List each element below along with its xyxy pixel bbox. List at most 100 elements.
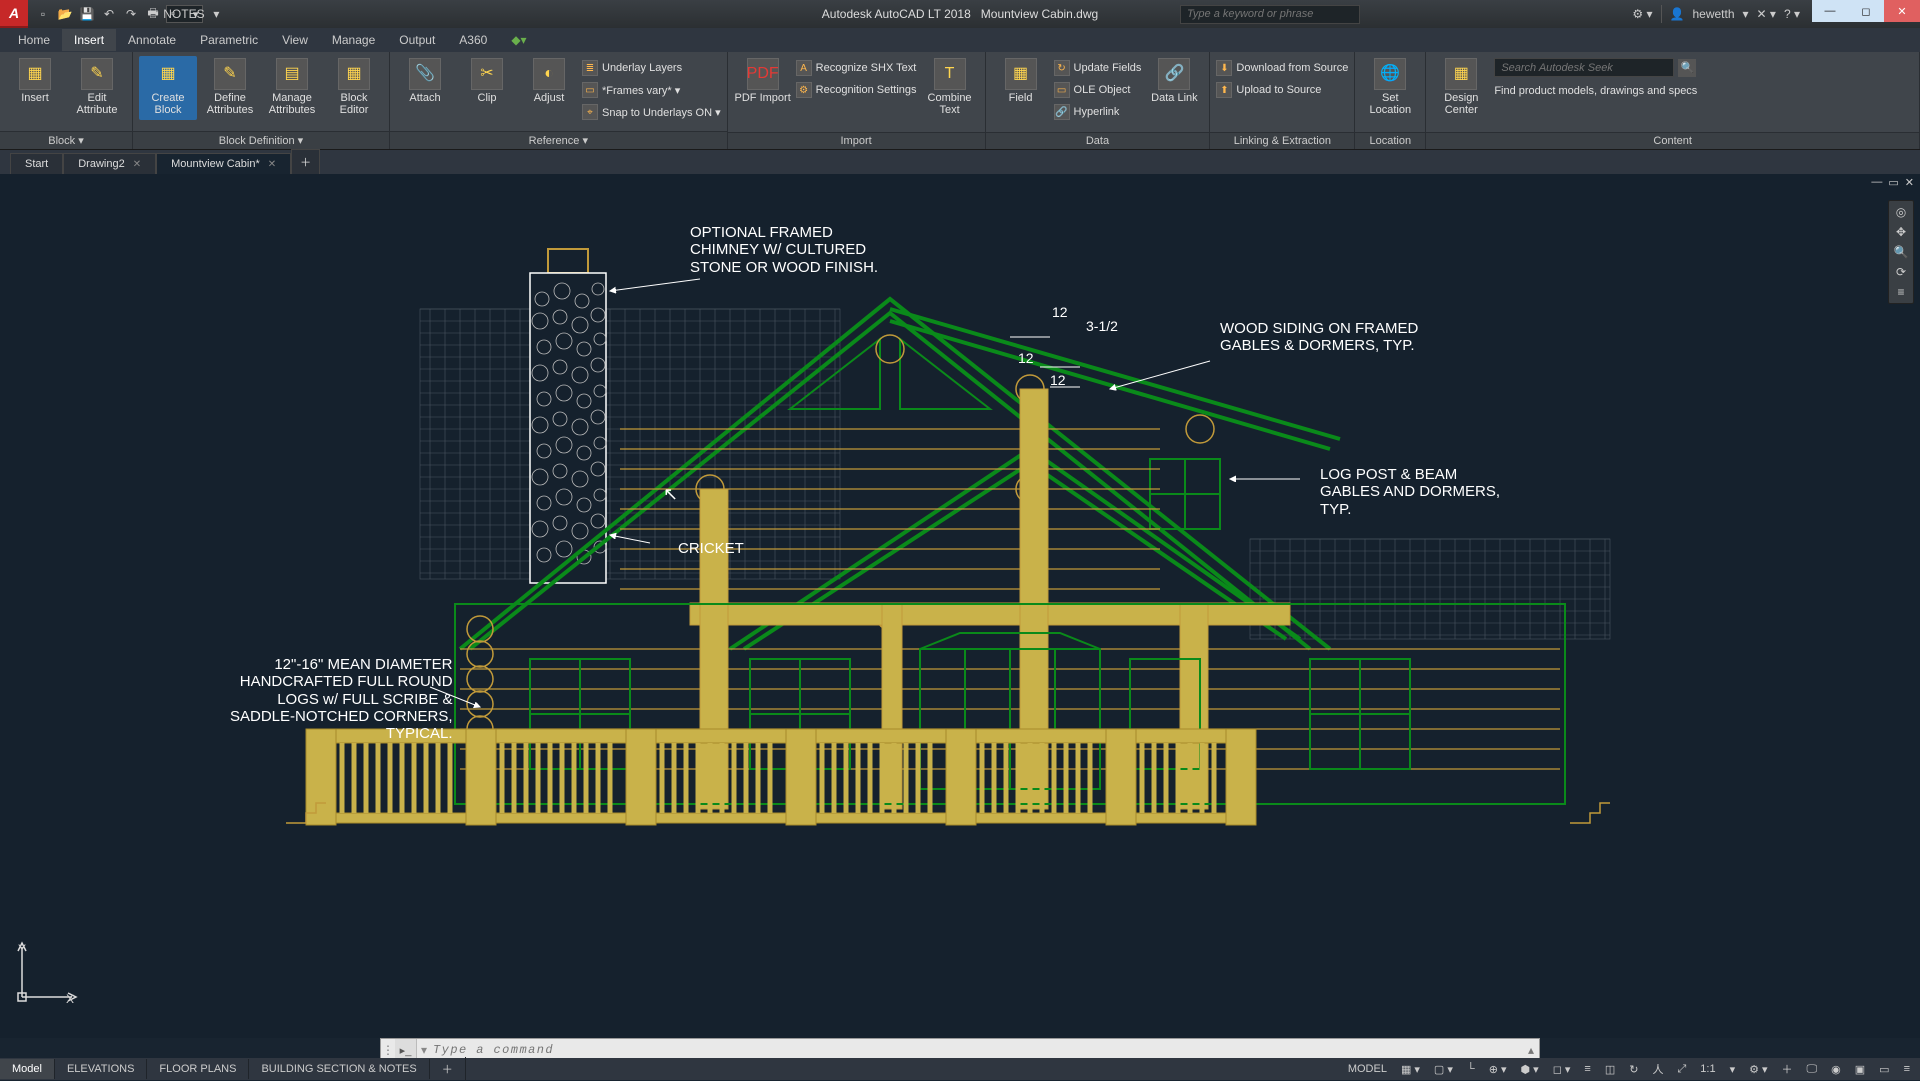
recognition-settings-button[interactable]: ⚙Recognition Settings [796, 80, 917, 100]
hyperlink-button[interactable]: 🔗Hyperlink [1054, 102, 1142, 122]
nav-pan-icon[interactable]: ✥ [1896, 225, 1906, 239]
status-lineweight-icon[interactable]: ≡ [1580, 1061, 1594, 1077]
combine-text-button[interactable]: TCombine Text [921, 56, 979, 120]
insert-block-button[interactable]: ▦Insert [6, 56, 64, 120]
edit-attribute-button[interactable]: ✎Edit Attribute [68, 56, 126, 120]
status-clean-icon[interactable]: ▭ [1875, 1061, 1893, 1078]
app-icon[interactable]: A [0, 0, 28, 28]
nav-orbit-icon[interactable]: ⟳ [1896, 265, 1906, 279]
attach-button[interactable]: 📎Attach [396, 56, 454, 120]
exchange-icon[interactable]: ✕ ▾ [1757, 7, 1776, 21]
qat-more-icon[interactable]: ▾ [207, 5, 225, 23]
menu-output[interactable]: Output [387, 29, 447, 51]
status-isolate-icon[interactable]: ▣ [1851, 1061, 1869, 1078]
download-source-button[interactable]: ⬇Download from Source [1216, 58, 1348, 78]
qat-print-icon[interactable]: 🖶 [144, 5, 162, 23]
status-grid-icon[interactable]: ▦ ▾ [1397, 1061, 1424, 1078]
data-link-button[interactable]: 🔗Data Link [1145, 56, 1203, 120]
minimize-button[interactable]: — [1812, 0, 1848, 22]
layer-dropdown[interactable]: ▫ NOTES ▾ [166, 5, 203, 23]
layout-floorplans[interactable]: FLOOR PLANS [147, 1059, 249, 1079]
cmd-handle-icon[interactable]: ⋮ [381, 1043, 395, 1057]
pdf-import-button[interactable]: PDFPDF Import [734, 56, 792, 120]
status-iso-icon[interactable]: ⬢ ▾ [1517, 1061, 1543, 1078]
qat-redo-icon[interactable]: ↷ [122, 5, 140, 23]
viewport-min-icon[interactable]: — [1871, 176, 1882, 189]
underlay-layers-button[interactable]: ≣Underlay Layers [582, 58, 721, 78]
status-annoscale-icon[interactable]: ⤢ [1673, 1061, 1690, 1078]
status-ortho-icon[interactable]: └ [1463, 1061, 1479, 1077]
nav-more-icon[interactable]: ≡ [1897, 285, 1904, 299]
snap-underlays-dropdown[interactable]: ⌖Snap to Underlays ON ▾ [582, 102, 721, 122]
upload-source-button[interactable]: ⬆Upload to Source [1216, 80, 1348, 100]
user-name[interactable]: hewetth [1692, 7, 1734, 21]
qat-undo-icon[interactable]: ↶ [100, 5, 118, 23]
doctab-cabin[interactable]: Mountview Cabin*✕ [156, 153, 291, 174]
clip-button[interactable]: ✂Clip [458, 56, 516, 120]
doctab-start[interactable]: Start [10, 153, 63, 174]
status-model[interactable]: MODEL [1344, 1061, 1391, 1077]
status-anno-icon[interactable]: 人 [1648, 1059, 1667, 1079]
help-search-input[interactable] [1180, 5, 1360, 24]
layout-elevations[interactable]: ELEVATIONS [55, 1059, 147, 1079]
seek-search-input[interactable] [1494, 58, 1674, 77]
status-ws-icon[interactable]: ⚙ ▾ [1745, 1061, 1771, 1078]
panel-title-block[interactable]: Block ▾ [0, 131, 132, 149]
adjust-button[interactable]: ◐Adjust [520, 56, 578, 120]
status-cycling-icon[interactable]: ↻ [1625, 1061, 1642, 1078]
status-scale[interactable]: 1:1 [1696, 1061, 1719, 1077]
design-center-button[interactable]: ▦Design Center [1432, 56, 1490, 120]
status-monitor-icon[interactable]: ＋ [1778, 1059, 1797, 1079]
doctab-new[interactable]: ＋ [291, 149, 320, 174]
status-units-icon[interactable]: 🖵 [1803, 1061, 1822, 1078]
field-button[interactable]: ▦Field [992, 56, 1050, 120]
menu-featured-icon[interactable]: ◆▾ [499, 29, 538, 51]
panel-title-reference[interactable]: Reference ▾ [390, 131, 727, 149]
doctab-drawing2[interactable]: Drawing2✕ [63, 153, 156, 174]
status-custom-icon[interactable]: ≡ [1900, 1061, 1914, 1077]
status-scale-menu-icon[interactable]: ▾ [1726, 1061, 1740, 1078]
drawing-canvas[interactable]: — ▭ ✕ [0, 174, 1920, 1038]
layout-model[interactable]: Model [0, 1059, 55, 1079]
close-icon[interactable]: ✕ [268, 159, 276, 170]
qat-save-icon[interactable]: 💾 [78, 5, 96, 23]
define-attributes-button[interactable]: ✎Define Attributes [201, 56, 259, 120]
seek-go-icon[interactable]: 🔍 [1678, 59, 1696, 77]
close-button[interactable]: ✕ [1884, 0, 1920, 22]
qat-open-icon[interactable]: 📂 [56, 5, 74, 23]
qat-new-icon[interactable]: ▫ [34, 5, 52, 23]
signin-icon[interactable]: 👤 [1670, 7, 1685, 21]
frames-dropdown[interactable]: ▭*Frames vary* ▾ [582, 80, 721, 100]
help-icon[interactable]: ? ▾ [1784, 7, 1800, 21]
viewport-max-icon[interactable]: ▭ [1888, 176, 1898, 189]
status-snap-icon[interactable]: ▢ ▾ [1430, 1061, 1457, 1078]
block-editor-button[interactable]: ▦Block Editor [325, 56, 383, 120]
menu-home[interactable]: Home [6, 29, 62, 51]
command-input[interactable] [427, 1043, 1523, 1057]
close-icon[interactable]: ✕ [133, 159, 141, 170]
cmd-history-icon[interactable]: ▴ [1523, 1043, 1539, 1057]
panel-title-blockdef[interactable]: Block Definition ▾ [133, 131, 389, 149]
status-transparency-icon[interactable]: ◫ [1601, 1061, 1619, 1078]
menu-a360[interactable]: A360 [447, 29, 499, 51]
infocentre-icon[interactable]: ⚙ ▾ [1632, 7, 1652, 21]
quick-access-toolbar[interactable]: ▫ 📂 💾 ↶ ↷ 🖶 ▫ NOTES ▾ ▾ [28, 5, 231, 23]
menu-parametric[interactable]: Parametric [188, 29, 270, 51]
ole-object-button[interactable]: ▭OLE Object [1054, 80, 1142, 100]
layout-sections[interactable]: BUILDING SECTION & NOTES [249, 1059, 429, 1079]
update-fields-button[interactable]: ↻Update Fields [1054, 58, 1142, 78]
set-location-button[interactable]: 🌐Set Location [1361, 56, 1419, 120]
status-osnap-icon[interactable]: ◻ ▾ [1549, 1061, 1575, 1078]
menu-view[interactable]: View [270, 29, 320, 51]
recognize-shx-button[interactable]: ARecognize SHX Text [796, 58, 917, 78]
user-dropdown-icon[interactable]: ▾ [1743, 7, 1749, 21]
menu-annotate[interactable]: Annotate [116, 29, 188, 51]
menu-insert[interactable]: Insert [62, 29, 116, 51]
nav-zoom-icon[interactable]: 🔍 [1894, 245, 1909, 259]
manage-attributes-button[interactable]: ▤Manage Attributes [263, 56, 321, 120]
status-hw-icon[interactable]: ◉ [1827, 1061, 1845, 1078]
viewport-close-icon[interactable]: ✕ [1905, 176, 1914, 189]
create-block-button[interactable]: ▦Create Block [139, 56, 197, 120]
menu-manage[interactable]: Manage [320, 29, 387, 51]
status-polar-icon[interactable]: ⊕ ▾ [1485, 1061, 1511, 1078]
